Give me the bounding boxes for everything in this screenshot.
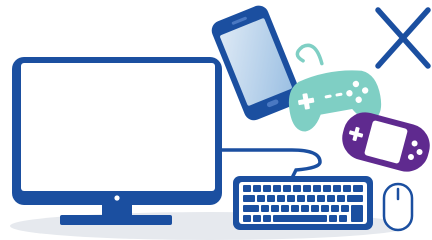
keyboard-key	[297, 195, 305, 202]
keyboard-key	[331, 205, 339, 212]
monitor-screen	[21, 63, 215, 191]
monitor-power-dot	[114, 195, 120, 201]
keyboard-key	[327, 195, 335, 202]
keyboard-key	[311, 205, 319, 212]
keyboard-key	[273, 215, 327, 222]
keyboard-key	[323, 185, 331, 192]
handheld-console-icon	[342, 112, 430, 172]
keyboard-key	[253, 215, 261, 222]
keyboard-key	[301, 205, 309, 212]
keyboard-key	[261, 205, 269, 212]
keyboard-key	[287, 195, 295, 202]
keyboard-key	[267, 195, 275, 202]
keyboard-key	[329, 215, 337, 222]
keyboard-key	[277, 195, 285, 202]
keyboard-key	[307, 195, 315, 202]
keyboard-key	[283, 185, 291, 192]
keyboard-key	[337, 195, 345, 202]
keyboard-icon	[233, 176, 373, 230]
close-icon	[375, 7, 431, 69]
devices-illustration	[10, 5, 431, 240]
keyboard-cable	[220, 148, 322, 180]
keyboard-key	[263, 215, 271, 222]
monitor-stand	[60, 215, 172, 225]
keyboard-key	[273, 185, 281, 192]
keyboard-key	[243, 195, 255, 202]
keyboard-key	[347, 195, 363, 202]
keyboard-key	[257, 195, 265, 202]
keyboard-key	[291, 205, 299, 212]
keyboard-key	[281, 205, 289, 212]
keyboard-key	[343, 185, 351, 192]
keyboard-key	[263, 185, 271, 192]
mouse-icon	[382, 182, 414, 232]
keyboard-key	[243, 215, 251, 222]
keyboard-key	[341, 205, 349, 212]
keyboard-key	[303, 185, 311, 192]
keyboard-key	[339, 215, 347, 222]
keyboard-key	[333, 185, 341, 192]
keyboard-key	[293, 185, 301, 192]
keyboard-key	[243, 205, 259, 212]
keyboard-enter-key	[351, 205, 363, 222]
keyboard-key	[313, 185, 321, 192]
keyboard-key	[353, 185, 363, 192]
keyboard-key	[253, 185, 261, 192]
keyboard-key	[321, 205, 329, 212]
monitor-icon	[12, 57, 222, 225]
keyboard-key	[271, 205, 279, 212]
keyboard-key	[243, 185, 251, 192]
keyboard-key	[317, 195, 325, 202]
